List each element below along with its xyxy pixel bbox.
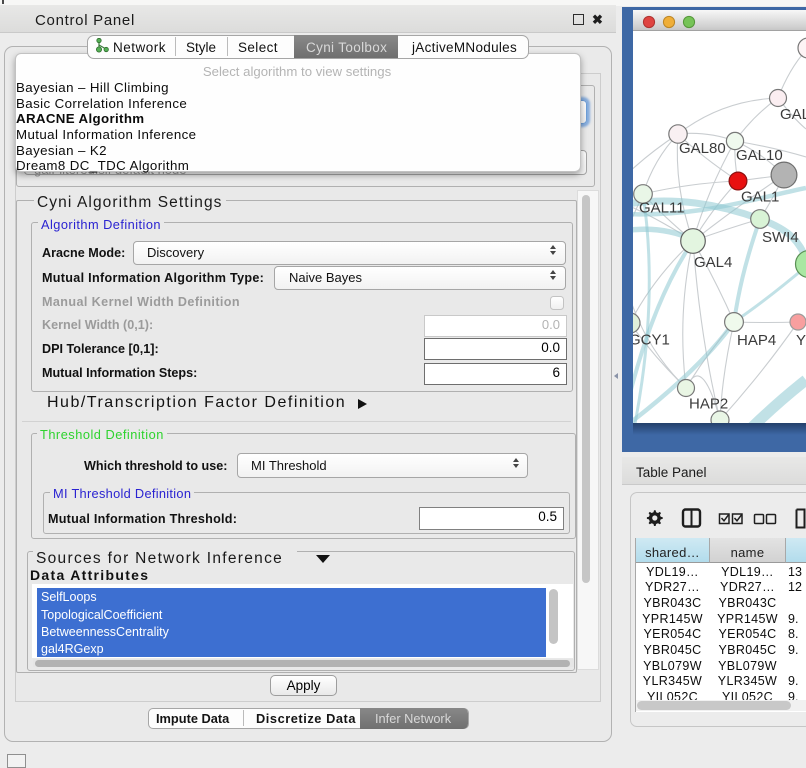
svg-text:GAL11: GAL11 — [639, 200, 685, 217]
svg-text:HAP4: HAP4 — [737, 332, 776, 349]
svg-text:GCY1: GCY1 — [629, 332, 670, 349]
svg-text:SWI4: SWI4 — [762, 229, 799, 246]
svg-text:GAL4: GAL4 — [694, 254, 732, 271]
svg-text:HAP2: HAP2 — [689, 396, 728, 413]
svg-text:GAL80: GAL80 — [679, 140, 726, 157]
svg-text:GAL10: GAL10 — [736, 147, 783, 164]
svg-text:GAL1: GAL1 — [741, 189, 779, 206]
svg-text:GAL7: GAL7 — [780, 106, 806, 123]
svg-text:Y: Y — [796, 332, 806, 349]
